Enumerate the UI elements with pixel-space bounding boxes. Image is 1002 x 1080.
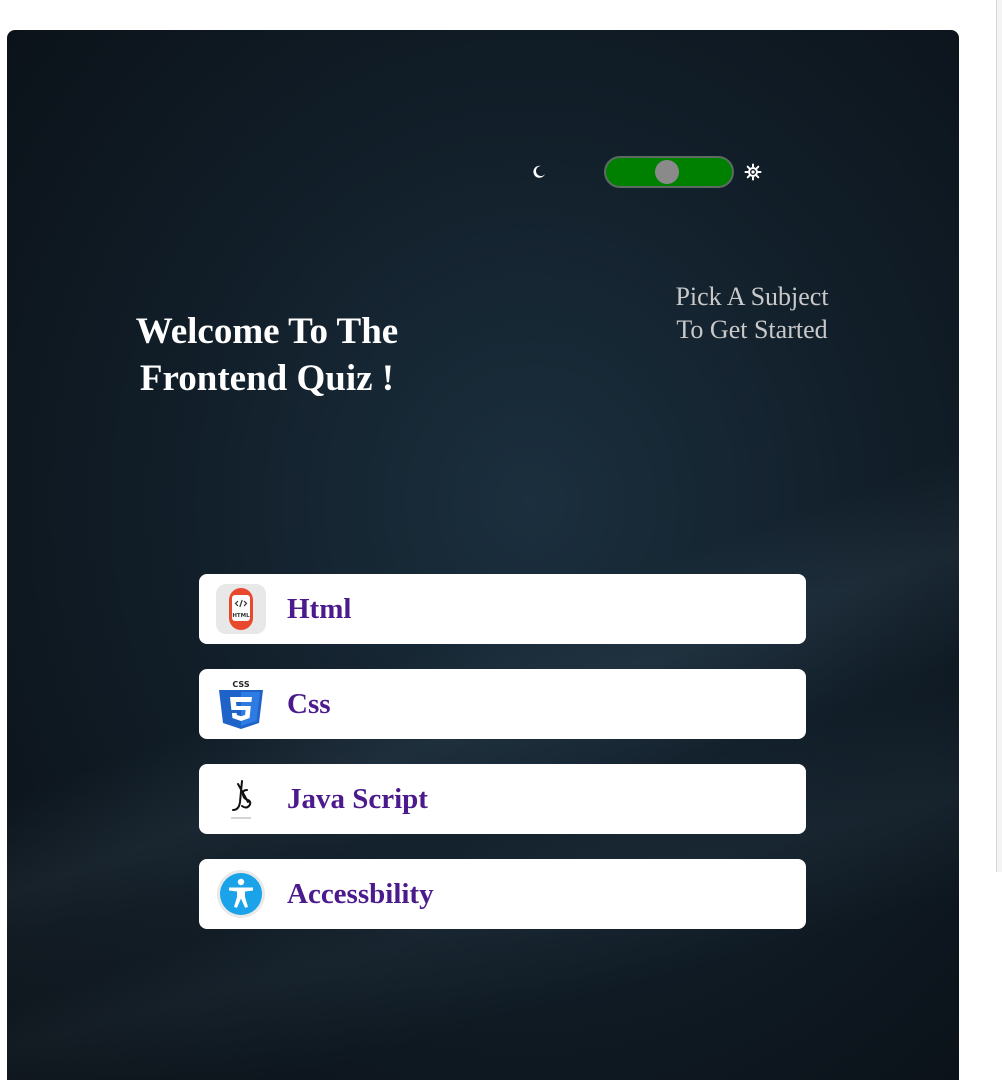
subject-label-html: Html xyxy=(287,593,352,625)
welcome-title: Welcome To The Frontend Quiz ! xyxy=(97,308,437,402)
welcome-title-line1: Welcome To The xyxy=(135,311,399,352)
subject-label-javascript: Java Script xyxy=(287,783,428,815)
sun-icon xyxy=(744,163,762,181)
subject-button-javascript[interactable]: Java Script xyxy=(199,764,806,834)
pick-subject-line1: Pick A Subject xyxy=(675,282,829,311)
moon-icon xyxy=(533,165,545,178)
theme-toggle[interactable] xyxy=(604,156,734,188)
subject-button-accessibility[interactable]: Accessbility xyxy=(199,859,806,929)
pick-subject-line2: To Get Started xyxy=(676,315,828,344)
svg-text:HTML: HTML xyxy=(232,613,250,619)
svg-text:CSS: CSS xyxy=(232,680,249,689)
subject-label-css: Css xyxy=(287,688,331,720)
subject-list: HTML Html CSS Css Java Script Accessbili… xyxy=(199,574,806,954)
toggle-knob[interactable] xyxy=(655,160,679,184)
subject-button-html[interactable]: HTML Html xyxy=(199,574,806,644)
subject-label-accessibility: Accessbility xyxy=(287,878,434,910)
page-scrollbar[interactable] xyxy=(996,0,1002,872)
welcome-title-line2: Frontend Quiz ! xyxy=(139,358,395,399)
pick-subject-text: Pick A Subject To Get Started xyxy=(637,280,867,346)
html-icon: HTML xyxy=(216,584,266,634)
css-icon: CSS xyxy=(219,680,263,729)
accessibility-icon xyxy=(217,870,265,918)
subject-button-css[interactable]: CSS Css xyxy=(199,669,806,739)
javascript-icon xyxy=(216,774,266,824)
theme-switcher xyxy=(526,156,776,188)
